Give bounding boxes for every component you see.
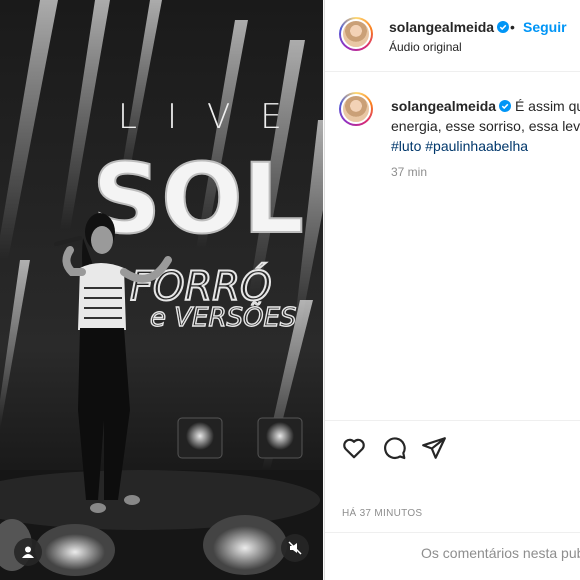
- hashtag-paulinhaabelha[interactable]: #paulinhaabelha: [425, 138, 528, 154]
- author-username: solangealmeida: [389, 19, 495, 35]
- post-header: solangealmeida • Seguir Áudio original: [325, 0, 580, 72]
- paper-plane-icon[interactable]: [421, 435, 447, 461]
- comments-disabled-notice: Os comentários nesta pub: [421, 545, 580, 561]
- user-tag-icon: [22, 546, 34, 558]
- header-separator: •: [510, 19, 515, 35]
- media-versoes-text: e VERSÕES: [150, 301, 296, 333]
- follow-button[interactable]: Seguir: [523, 19, 567, 35]
- post-media[interactable]: LIVE SOL FORRÓ e VERSÕES: [0, 0, 323, 580]
- speaker-muted-icon: [288, 541, 302, 555]
- hashtag-luto[interactable]: #luto: [391, 138, 421, 154]
- avatar-photo: [341, 19, 371, 49]
- heart-icon[interactable]: [341, 435, 367, 461]
- post-photo: LIVE SOL FORRÓ e VERSÕES: [0, 0, 323, 580]
- mute-button[interactable]: [281, 534, 309, 562]
- caption-text: É assim que: [514, 98, 580, 114]
- caption-username[interactable]: solangealmeida: [391, 98, 496, 114]
- post-actions: HÁ 37 MINUTOS: [325, 420, 580, 540]
- comment-area: Os comentários nesta pub: [325, 532, 580, 580]
- user-tag-button[interactable]: [14, 538, 42, 566]
- comment-bubble-icon[interactable]: [381, 435, 407, 461]
- caption-time-ago: 37 min: [391, 165, 428, 179]
- author-username-link[interactable]: solangealmeida: [389, 19, 510, 35]
- avatar-photo: [341, 94, 371, 124]
- caption-avatar[interactable]: [339, 92, 373, 126]
- verified-badge-icon: [497, 21, 510, 33]
- media-sol-text: SOL: [92, 143, 304, 255]
- posted-date: HÁ 37 MINUTOS: [342, 508, 423, 519]
- audio-link[interactable]: Áudio original: [389, 40, 462, 54]
- post-caption: solangealmeida É assim que energia, esse…: [391, 96, 580, 156]
- author-avatar[interactable]: [339, 17, 373, 51]
- media-live-text: LIVE: [118, 97, 312, 137]
- verified-badge-icon: [499, 100, 512, 112]
- post-sidebar: solangealmeida • Seguir Áudio original s…: [324, 0, 580, 580]
- caption-line-2: energia, esse sorriso, essa levez: [391, 118, 580, 134]
